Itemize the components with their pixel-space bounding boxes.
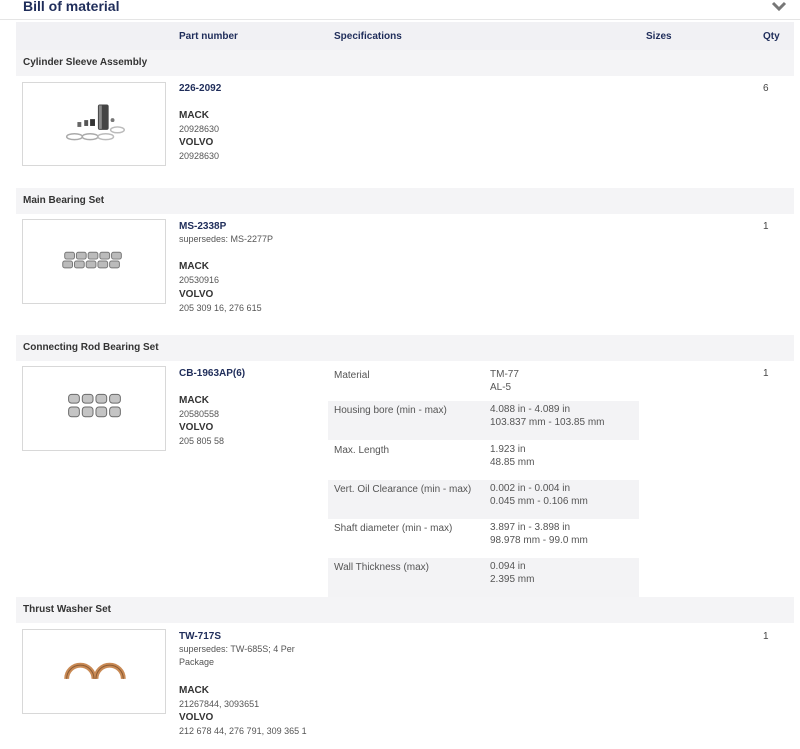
col-specifications: Specifications xyxy=(334,31,402,42)
section-title: Connecting Rod Bearing Set xyxy=(23,342,159,353)
spec-label: Wall Thickness (max) xyxy=(334,562,430,573)
brand-name: MACK xyxy=(179,110,209,121)
page-title: Bill of material xyxy=(23,0,120,14)
col-sizes: Sizes xyxy=(646,31,672,42)
col-qty: Qty xyxy=(763,31,780,42)
part-number-link[interactable]: CB-1963AP(6) xyxy=(179,368,245,379)
cylinder-sleeve-kit-icon xyxy=(65,104,125,141)
supersedes-note: Package xyxy=(179,657,215,667)
table-header: Part number Specifications Sizes Qty xyxy=(16,22,794,50)
spec-row: Vert. Oil Clearance (min - max) 0.002 in… xyxy=(328,480,639,519)
section-title: Thrust Washer Set xyxy=(23,604,111,615)
brand-name: VOLVO xyxy=(179,712,214,723)
part-image-main-bearing[interactable] xyxy=(22,219,166,304)
spec-row: Material TM-77 AL-5 xyxy=(328,366,639,405)
spec-value: 0.002 in - 0.004 in 0.045 mm - 0.106 mm xyxy=(490,483,588,507)
brand-numbers: 205 309 16, 276 615 xyxy=(179,303,262,313)
brand-name: MACK xyxy=(179,395,209,406)
brand-numbers: 20530916 xyxy=(179,275,220,285)
section-header-thrust-washer: Thrust Washer Set xyxy=(16,597,794,623)
bom-title-bar: Bill of material xyxy=(0,0,800,20)
thrust-washer-icon xyxy=(64,662,126,680)
brand-numbers: 205 805 58 xyxy=(179,436,225,446)
qty-value: 6 xyxy=(763,83,769,94)
brand-name: VOLVO xyxy=(179,422,214,433)
spec-value: TM-77 AL-5 xyxy=(490,369,519,393)
supersedes-note: supersedes: MS-2277P xyxy=(179,234,274,244)
spec-label: Housing bore (min - max) xyxy=(334,405,447,416)
qty-value: 1 xyxy=(763,368,769,379)
spec-row: Wall Thickness (max) 0.094 in 2.395 mm xyxy=(328,558,639,597)
part-number-link[interactable]: MS-2338P xyxy=(179,221,226,232)
spec-value: 4.088 in - 4.089 in 103.837 mm - 103.85 m… xyxy=(490,404,605,428)
brand-name: VOLVO xyxy=(179,289,214,300)
brand-numbers: 20928630 xyxy=(179,151,220,161)
spec-row: Shaft diameter (min - max) 3.897 in - 3.… xyxy=(328,519,639,558)
part-image-cylinder-sleeve[interactable] xyxy=(22,82,166,166)
brand-name: MACK xyxy=(179,261,209,272)
spec-label: Vert. Oil Clearance (min - max) xyxy=(334,484,472,495)
rod-bearing-set-icon xyxy=(68,393,121,418)
brand-name: VOLVO xyxy=(179,137,214,148)
col-part-number: Part number xyxy=(179,31,238,42)
spec-value: 1.923 in 48.85 mm xyxy=(490,444,535,468)
part-image-thrust-washer[interactable] xyxy=(22,629,166,714)
brand-numbers: 212 678 44, 276 791, 309 365 1 xyxy=(179,726,307,736)
section-header-main-bearing: Main Bearing Set xyxy=(16,188,794,214)
supersedes-note: supersedes: TW-685S; 4 Per xyxy=(179,644,295,654)
spec-value: 3.897 in - 3.898 in 98.978 mm - 99.0 mm xyxy=(490,522,588,546)
chevron-down-icon[interactable] xyxy=(771,0,787,14)
section-header-rod-bearing: Connecting Rod Bearing Set xyxy=(16,335,794,361)
spec-label: Material xyxy=(334,370,370,381)
main-bearing-set-icon xyxy=(62,251,122,269)
qty-value: 1 xyxy=(763,631,769,642)
spec-row: Housing bore (min - max) 4.088 in - 4.08… xyxy=(328,401,639,440)
brand-numbers: 20928630 xyxy=(179,124,220,134)
section-title: Cylinder Sleeve Assembly xyxy=(23,57,148,68)
spec-value: 0.094 in 2.395 mm xyxy=(490,561,535,585)
spec-label: Max. Length xyxy=(334,445,390,456)
section-header-cylinder-sleeve: Cylinder Sleeve Assembly xyxy=(16,50,794,76)
brand-numbers: 21267844, 3093651 xyxy=(179,699,260,709)
part-number-link[interactable]: TW-717S xyxy=(179,631,221,642)
brand-numbers: 20580558 xyxy=(179,409,220,419)
brand-name: MACK xyxy=(179,685,209,696)
qty-value: 1 xyxy=(763,221,769,232)
part-image-rod-bearing[interactable] xyxy=(22,366,166,451)
part-number-link[interactable]: 226-2092 xyxy=(179,83,221,94)
section-title: Main Bearing Set xyxy=(23,195,105,206)
spec-row: Max. Length 1.923 in 48.85 mm xyxy=(328,441,639,480)
spec-label: Shaft diameter (min - max) xyxy=(334,523,453,534)
